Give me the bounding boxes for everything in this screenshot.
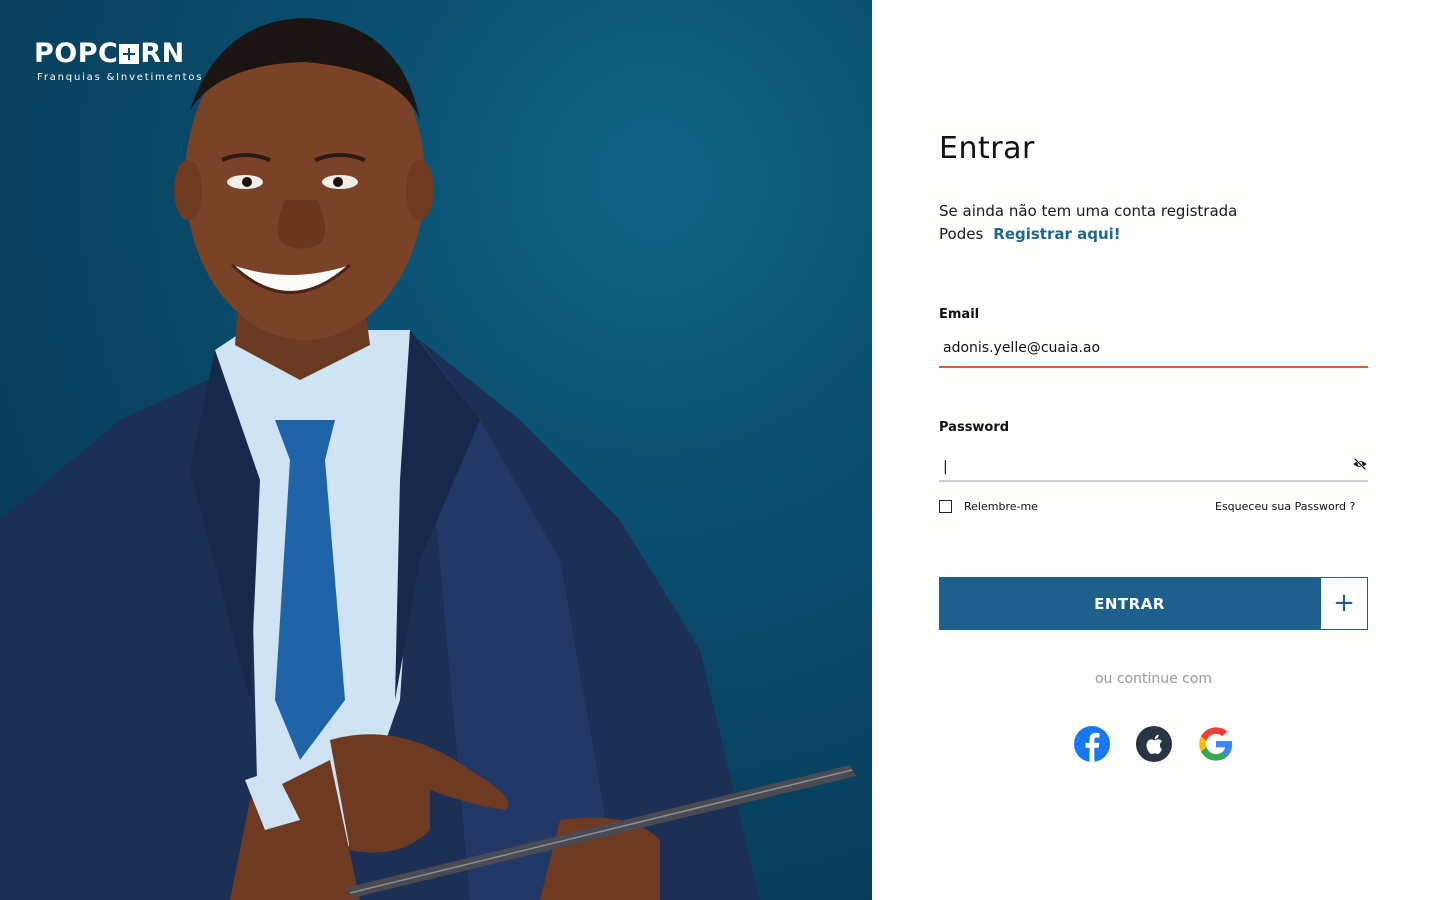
remember-me: Relembre-me xyxy=(939,500,1038,513)
brand-tagline: Franquias &Invetimentos xyxy=(37,72,204,83)
google-icon[interactable] xyxy=(1197,725,1235,763)
register-prompt-line2: Podes Registrar aqui! xyxy=(939,223,1237,246)
brand-logo: POPC RN Franquias &Invetimentos xyxy=(34,40,204,84)
social-login-buttons xyxy=(1073,725,1235,763)
password-underline xyxy=(939,480,1368,482)
register-prompt-line1: Se ainda não tem uma conta registrada xyxy=(939,202,1238,220)
page-title: Entrar xyxy=(939,131,1035,166)
hero-image-panel: POPC RN Franquias &Invetimentos xyxy=(0,0,872,900)
email-underline xyxy=(939,366,1368,368)
continue-with-label: ou continue com xyxy=(1094,671,1213,687)
remember-me-checkbox[interactable] xyxy=(939,500,952,513)
forgot-password-link[interactable]: Esqueceu sua Password ? xyxy=(1215,500,1355,513)
register-prompt: Se ainda não tem uma conta registrada Po… xyxy=(939,200,1237,246)
brand-name-part1: POPC xyxy=(34,38,119,69)
brand-wordmark: POPC RN xyxy=(34,40,203,68)
apple-icon[interactable] xyxy=(1135,725,1173,763)
submit-button-group: ENTRAR + xyxy=(939,577,1368,630)
brand-name-part2: RN xyxy=(140,38,185,69)
email-field[interactable] xyxy=(939,333,1368,363)
password-label: Password xyxy=(939,420,1010,435)
hero-photo xyxy=(0,0,872,900)
email-label: Email xyxy=(939,307,980,322)
plus-icon[interactable]: + xyxy=(1320,577,1368,630)
brand-plus-icon xyxy=(119,44,140,64)
password-field[interactable] xyxy=(939,452,1344,482)
facebook-icon[interactable] xyxy=(1073,725,1111,763)
remember-me-label: Relembre-me xyxy=(964,500,1038,513)
register-link[interactable]: Registrar aqui! xyxy=(993,225,1120,243)
toggle-password-visibility-icon[interactable] xyxy=(1352,456,1368,472)
submit-button[interactable]: ENTRAR xyxy=(939,577,1320,630)
register-prompt-prefix: Podes xyxy=(939,225,984,243)
